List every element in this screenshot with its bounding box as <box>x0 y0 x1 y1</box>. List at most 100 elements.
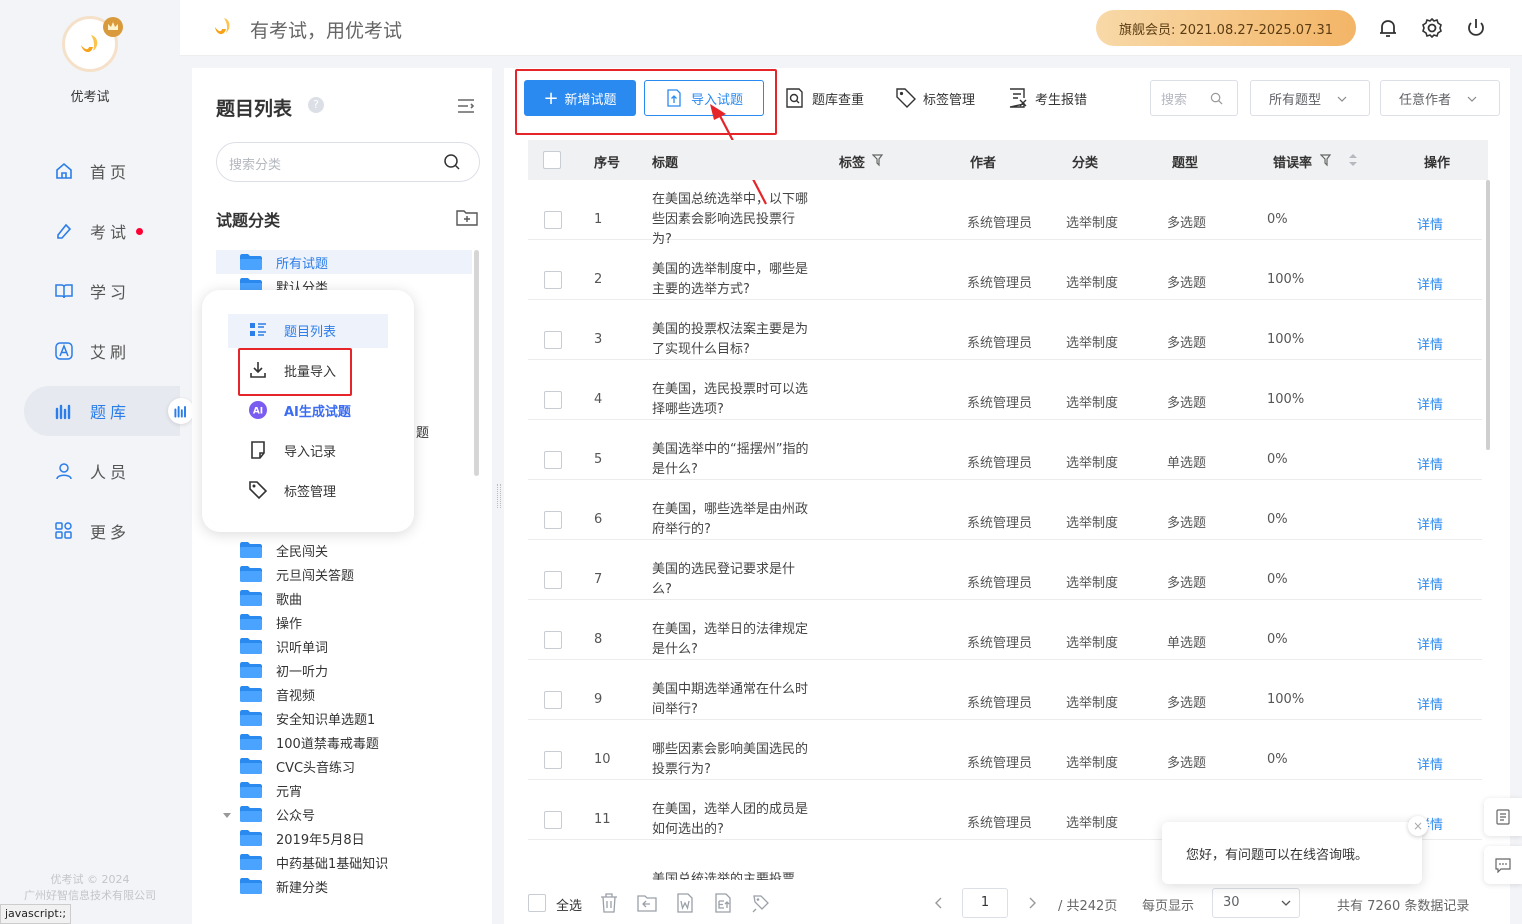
row-detail-link[interactable]: 详情 <box>1417 574 1443 593</box>
category-search-input[interactable]: 搜索分类 <box>216 142 480 182</box>
category-scrollbar[interactable] <box>474 250 479 476</box>
tree-item[interactable]: 初一听力 <box>240 658 328 682</box>
nav-aishua[interactable]: 艾刷 <box>24 326 180 376</box>
trash-icon[interactable] <box>598 892 620 914</box>
popup-item-ai-generate[interactable]: AI AI生成试题 <box>248 394 351 426</box>
select-all-checkbox[interactable] <box>543 151 561 169</box>
chat-bubble[interactable]: 您好，有问题可以在线咨询哦。 <box>1162 822 1422 884</box>
row-checkbox[interactable] <box>544 691 562 709</box>
tree-item[interactable]: 公众号 <box>240 802 315 826</box>
row-detail-link[interactable]: 详情 <box>1417 634 1443 653</box>
author-filter-select[interactable]: 任意作者 <box>1380 80 1500 116</box>
search-icon[interactable] <box>443 153 461 171</box>
row-checkbox[interactable] <box>544 751 562 769</box>
row-detail-link[interactable]: 详情 <box>1417 454 1443 473</box>
footer-select-all-checkbox[interactable] <box>528 894 546 912</box>
row-checkbox[interactable] <box>544 391 562 409</box>
row-checkbox[interactable] <box>544 571 562 589</box>
row-checkbox[interactable] <box>544 811 562 829</box>
side-chat-button[interactable] <box>1484 846 1522 884</box>
dedup-button[interactable]: 题库查重 <box>784 80 864 116</box>
row-title[interactable]: 哪些因素会影响美国选民的投票行为? <box>652 740 814 780</box>
row-type: 多选题 <box>1167 516 1207 531</box>
popup-item-tag-management[interactable]: 标签管理 <box>248 474 336 506</box>
row-detail-link[interactable]: 详情 <box>1417 274 1443 293</box>
row-checkbox[interactable] <box>544 331 562 349</box>
export-excel-icon[interactable] <box>712 892 734 914</box>
row-title[interactable]: 在美国，哪些选举是由州政府举行的? <box>652 500 814 540</box>
tree-item[interactable]: 元旦闯关答题 <box>240 562 354 586</box>
row-checkbox[interactable] <box>544 631 562 649</box>
nav-people[interactable]: 人员 <box>24 446 180 496</box>
row-checkbox[interactable] <box>544 271 562 289</box>
nav-more[interactable]: 更多 <box>24 506 180 556</box>
row-checkbox[interactable] <box>544 451 562 469</box>
row-title[interactable]: 在美国，选民投票时可以选择哪些选项? <box>652 380 814 420</box>
nav-exam[interactable]: 考试 <box>24 206 180 256</box>
tag-manage-button[interactable]: 标签管理 <box>895 80 975 116</box>
nav-question-bank[interactable]: 题库 <box>24 386 180 436</box>
sort-icon[interactable] <box>1348 153 1358 167</box>
tree-item[interactable]: 2019年5月8日 <box>240 826 365 850</box>
error-report-button[interactable]: 考生报错 <box>1007 80 1087 116</box>
tree-item[interactable]: 操作 <box>240 610 302 634</box>
row-title[interactable]: 美国选举中的“摇摆州”指的是什么? <box>652 440 814 480</box>
tree-item[interactable]: CVC头音练习 <box>240 754 355 778</box>
row-detail-link[interactable]: 详情 <box>1417 694 1443 713</box>
row-checkbox[interactable] <box>544 211 562 229</box>
next-page-icon[interactable] <box>1026 897 1038 909</box>
export-word-icon[interactable] <box>674 892 696 914</box>
row-title[interactable]: 美国中期选举通常在什么时间举行? <box>652 680 814 720</box>
row-detail-link[interactable]: 详情 <box>1417 334 1443 353</box>
nav-home[interactable]: 首页 <box>24 146 180 196</box>
folder-icon <box>240 734 262 750</box>
question-search-input[interactable]: 搜索 <box>1150 80 1238 116</box>
filter-icon[interactable] <box>1320 153 1334 167</box>
table-scrollbar[interactable] <box>1486 180 1490 450</box>
row-detail-link[interactable]: 详情 <box>1417 514 1443 533</box>
row-title[interactable]: 在美国，选举日的法律规定是什么? <box>652 620 814 660</box>
tree-item[interactable]: 安全知识单选题1 <box>240 706 375 730</box>
vip-badge[interactable]: 旗舰会员: 2021.08.27-2025.07.31 <box>1096 10 1356 46</box>
type-filter-select[interactable]: 所有题型 <box>1250 80 1370 116</box>
popup-item-import-records[interactable]: 导入记录 <box>248 434 336 466</box>
nav-study[interactable]: 学习 <box>24 266 180 316</box>
tree-item[interactable]: 全民闯关 <box>240 538 328 562</box>
row-title[interactable]: 美国的选举制度中，哪些是主要的选举方式? <box>652 260 814 300</box>
row-checkbox[interactable] <box>544 511 562 529</box>
row-title[interactable]: 美国的选民登记要求是什么? <box>652 560 814 600</box>
row-detail-link[interactable]: 详情 <box>1417 214 1443 233</box>
row-title[interactable]: 在美国，选举人团的成员是如何选出的? <box>652 800 814 840</box>
gear-icon[interactable] <box>1420 16 1444 40</box>
resize-handle[interactable] <box>497 484 501 508</box>
caret-down-icon[interactable] <box>222 810 232 820</box>
help-icon[interactable]: ? <box>308 97 324 113</box>
bell-icon[interactable] <box>1376 16 1400 40</box>
tag-batch-icon[interactable] <box>750 892 772 914</box>
popup-item-question-list[interactable]: 题目列表 <box>248 314 336 346</box>
row-detail-link[interactable]: 详情 <box>1417 394 1443 413</box>
search-icon[interactable] <box>1210 92 1223 105</box>
tree-item[interactable]: 元宵 <box>240 778 302 802</box>
question-bank-flyout-icon[interactable] <box>168 398 194 424</box>
side-notes-button[interactable] <box>1484 798 1522 836</box>
tree-item[interactable]: 新建分类 <box>240 874 328 898</box>
select-all-label[interactable]: 全选 <box>556 895 582 914</box>
per-page-select[interactable]: 30 <box>1212 888 1300 918</box>
collapse-menu-icon[interactable] <box>456 96 476 116</box>
tree-item[interactable]: 所有试题 <box>240 250 328 274</box>
add-folder-icon[interactable] <box>456 208 478 226</box>
close-icon[interactable]: × <box>1408 816 1428 836</box>
tree-item[interactable]: 中药基础1基础知识 <box>240 850 388 874</box>
tree-item[interactable]: 音视频 <box>240 682 315 706</box>
tree-item[interactable]: 歌曲 <box>240 586 302 610</box>
tree-item[interactable]: 100道禁毒戒毒题 <box>240 730 379 754</box>
power-icon[interactable] <box>1464 16 1488 40</box>
tree-item[interactable]: 识听单词 <box>240 634 328 658</box>
page-number-input[interactable]: 1 <box>962 888 1008 918</box>
move-folder-icon[interactable] <box>636 892 658 914</box>
prev-page-icon[interactable] <box>933 897 945 909</box>
filter-icon[interactable] <box>872 153 886 167</box>
row-detail-link[interactable]: 详情 <box>1417 754 1443 773</box>
row-title[interactable]: 美国的投票权法案主要是为了实现什么目标? <box>652 320 814 360</box>
